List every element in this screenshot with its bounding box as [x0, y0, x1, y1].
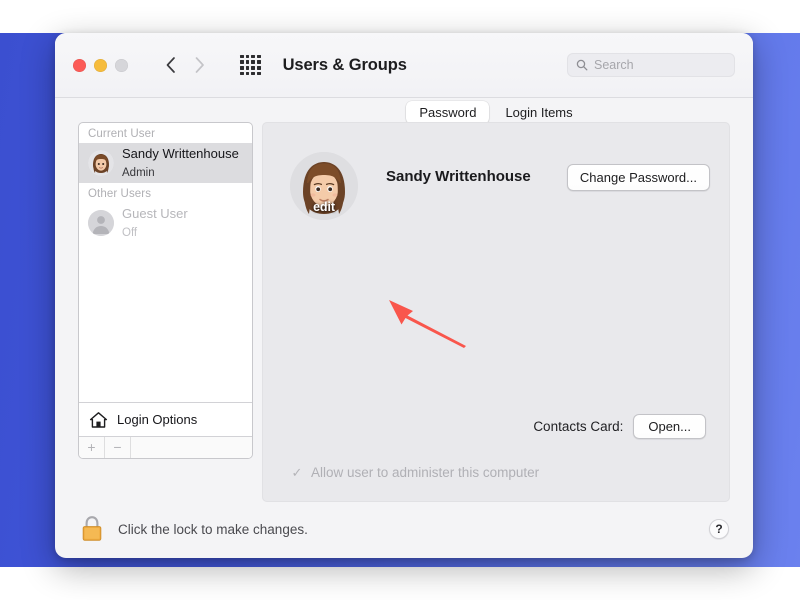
allow-admin-checkbox-row: ✓ Allow user to administer this computer — [290, 465, 540, 480]
search-icon — [576, 59, 588, 71]
closed-padlock-icon — [82, 516, 102, 541]
tab-password[interactable]: Password — [406, 101, 490, 124]
sidebar-user-text: Sandy Writtenhouse Admin — [122, 145, 239, 182]
contacts-card-label: Contacts Card: — [533, 419, 624, 434]
minimize-window-button[interactable] — [94, 58, 107, 72]
window-title: Users & Groups — [282, 55, 407, 74]
sidebar-guest-status: Off — [122, 227, 138, 239]
window-body: Current User Sandy Writtenhouse Admin Ot… — [55, 98, 753, 558]
system-preferences-window: Users & Groups Search Current User Sandy… — [55, 33, 753, 558]
add-remove-user-toolbar: + − — [79, 436, 252, 458]
sidebar-user-role: Admin — [122, 167, 155, 179]
sidebar-guest-text: Guest User Off — [122, 205, 188, 242]
toolbar-filler — [131, 437, 252, 458]
user-picture-button[interactable]: edit — [290, 152, 358, 220]
tab-login-items[interactable]: Login Items — [492, 101, 585, 124]
edit-picture-badge[interactable]: edit — [290, 200, 358, 214]
lock-message: Click the lock to make changes. — [118, 521, 308, 537]
window-toolbar: Users & Groups Search — [55, 33, 753, 98]
remove-user-button[interactable]: − — [105, 437, 131, 458]
sidebar-item-login-options[interactable]: Login Options — [79, 402, 252, 436]
home-icon — [89, 411, 108, 428]
users-list-scroll: Current User Sandy Writtenhouse Admin Ot… — [79, 123, 252, 402]
password-pane: edit Sandy Writtenhouse Change Password.… — [262, 122, 730, 502]
sidebar-user-name: Sandy Writtenhouse — [122, 145, 239, 161]
profile-display-name: Sandy Writtenhouse — [386, 168, 531, 185]
guest-silhouette-avatar-icon — [88, 210, 114, 236]
change-password-button[interactable]: Change Password... — [566, 164, 710, 191]
lock-button[interactable]: Click the lock to make changes. — [79, 514, 308, 544]
back-chevron-icon[interactable] — [164, 55, 177, 75]
sidebar-item-sandy-writtenhouse[interactable]: Sandy Writtenhouse Admin — [79, 143, 252, 183]
navigation-arrows — [164, 55, 206, 75]
forward-chevron-icon — [193, 55, 206, 75]
allow-admin-checkbox: ✓ — [291, 465, 303, 480]
group-header-other-users: Other Users — [88, 188, 152, 200]
window-footer: Click the lock to make changes. ? — [55, 500, 753, 558]
sidebar-guest-name: Guest User — [122, 205, 188, 221]
memoji-avatar-icon — [88, 150, 114, 176]
show-all-grid-icon[interactable] — [240, 54, 261, 76]
zoom-window-button — [115, 58, 128, 72]
login-options-label: Login Options — [117, 412, 198, 427]
search-field[interactable]: Search — [567, 53, 735, 77]
add-user-button[interactable]: + — [79, 437, 105, 458]
open-contacts-card-button[interactable]: Open... — [633, 414, 706, 439]
allow-admin-label: Allow user to administer this computer — [311, 465, 540, 480]
traffic-light-buttons — [73, 58, 128, 72]
contacts-card-row: Contacts Card: Open... — [533, 414, 706, 439]
profile-header-row: edit Sandy Writtenhouse Change Password.… — [290, 152, 710, 220]
help-button[interactable]: ? — [709, 519, 729, 539]
close-window-button[interactable] — [73, 58, 86, 72]
users-list-panel: Current User Sandy Writtenhouse Admin Ot… — [78, 122, 253, 459]
sidebar-item-guest-user[interactable]: Guest User Off — [79, 203, 252, 243]
search-placeholder: Search — [594, 58, 634, 72]
group-header-current-user: Current User — [88, 128, 156, 140]
